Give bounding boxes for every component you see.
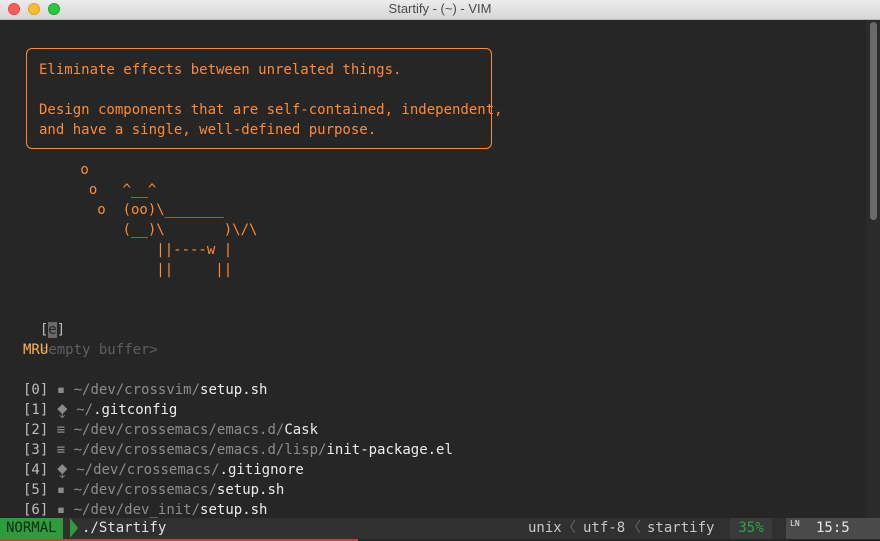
mru-index[interactable]: [0] <box>23 382 48 398</box>
mru-path-dir: ~/dev/crossemacs/emacs.d/lisp/ <box>73 442 327 458</box>
encoding-label: utf-8 <box>583 520 626 536</box>
mru-path-dir: ~/dev/dev_init/ <box>73 502 201 518</box>
mru-path-dir: ~/dev/crossvim/ <box>73 382 201 398</box>
mru-file-name[interactable]: init-package.el <box>326 442 452 458</box>
mru-file-name[interactable]: setup.sh <box>200 502 267 518</box>
cowsay-ascii-art: o o ^__^ o (oo)\_______ (__)\ )\/\ ||---… <box>80 162 258 278</box>
mru-path-dir: ~/dev/crossemacs/ <box>76 462 220 478</box>
quote-line-3: and have a single, well-defined purpose. <box>39 122 377 138</box>
mru-file-name[interactable]: .gitconfig <box>93 402 177 418</box>
mru-heading: MRU <box>23 342 49 358</box>
mru-path-dir: ~/dev/crossemacs/ <box>73 482 217 498</box>
mru-index[interactable]: [3] <box>23 442 48 458</box>
buffer-name: ./Startify <box>82 520 167 536</box>
mru-index[interactable]: [5] <box>23 482 48 498</box>
mru-file-name[interactable]: setup.sh <box>217 482 284 498</box>
mru-item[interactable]: [4] ⧪ ~/dev/crossemacs/.gitignore <box>23 460 304 480</box>
scroll-percent: 35% <box>730 518 772 539</box>
empty-buffer-key[interactable]: e <box>48 322 57 338</box>
mru-item[interactable]: [3] ≡ ~/dev/crossemacs/emacs.d/lisp/init… <box>23 440 453 460</box>
mru-file-name[interactable]: .gitignore <box>220 462 304 478</box>
text-icon: ≡ <box>56 442 66 458</box>
mru-item[interactable]: [6] ▪ ~/dev/dev_init/setup.sh <box>23 500 267 520</box>
cursor-position: 15:5 <box>816 520 850 536</box>
mode-indicator: NORMAL <box>0 518 63 539</box>
mode-arrow-separator <box>70 518 78 538</box>
quote-line-2: Design components that are self-containe… <box>39 102 503 118</box>
mru-index[interactable]: [6] <box>23 502 48 518</box>
text-icon: ≡ <box>56 422 66 438</box>
mru-path-dir: ~/dev/crossemacs/emacs.d/ <box>73 422 285 438</box>
empty-buffer-label: <empty buffer> <box>39 342 158 358</box>
separator-chevron-icon: 〈 <box>562 520 576 536</box>
mru-item[interactable]: [0] ▪ ~/dev/crossvim/setup.sh <box>23 380 267 400</box>
scrollbar-thumb[interactable] <box>870 22 877 220</box>
file-icon: ▪ <box>56 382 66 398</box>
git-icon: ⧪ <box>56 402 68 418</box>
separator-chevron-icon: 〈 <box>627 520 641 536</box>
title-bar: Startify - (~) - VIM <box>0 0 880 20</box>
cursor-position-box: LN 15:5 <box>786 518 880 539</box>
mru-file-name[interactable]: setup.sh <box>200 382 267 398</box>
quote-line-1: Eliminate effects between unrelated thin… <box>39 62 402 78</box>
mru-index[interactable]: [2] <box>23 422 48 438</box>
mru-index[interactable]: [4] <box>23 462 48 478</box>
mru-item[interactable]: [2] ≡ ~/dev/crossemacs/emacs.d/Cask <box>23 420 318 440</box>
git-icon: ⧪ <box>56 462 68 478</box>
file-icon: ▪ <box>56 502 66 518</box>
mru-item[interactable]: [1] ⧪ ~/.gitconfig <box>23 400 177 420</box>
mru-index[interactable]: [1] <box>23 402 48 418</box>
filetype-label: startify <box>647 520 715 536</box>
mru-item[interactable]: [5] ▪ ~/dev/crossemacs/setup.sh <box>23 480 284 500</box>
file-icon: ▪ <box>56 482 66 498</box>
line-number-icon: LN <box>790 519 800 528</box>
mru-file-name[interactable]: Cask <box>284 422 318 438</box>
statusline: NORMAL ./Startify unix 〈 utf-8 〈 startif… <box>0 518 880 539</box>
fileformat-label: unix <box>528 520 562 536</box>
window-title: Startify - (~) - VIM <box>388 1 492 16</box>
mru-path-dir: ~/ <box>76 402 94 418</box>
